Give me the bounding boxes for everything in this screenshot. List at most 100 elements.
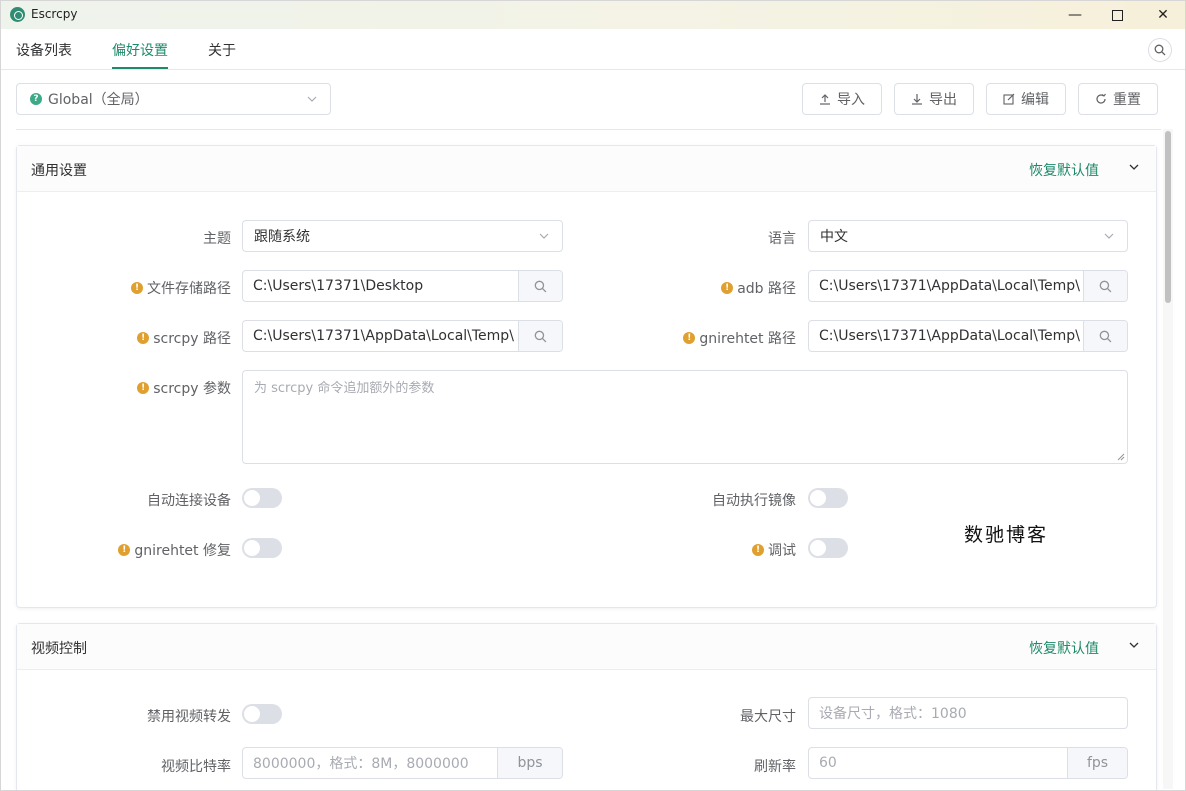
- adb-path-input[interactable]: C:\Users\17371\AppData\Local\Temp\: [808, 270, 1128, 302]
- restore-defaults-link[interactable]: 恢复默认值: [1029, 638, 1099, 658]
- scrollbar-thumb[interactable]: [1165, 131, 1171, 303]
- fps-unit: fps: [1067, 748, 1127, 778]
- card-title: 通用设置: [31, 163, 87, 179]
- fps-input[interactable]: 60 fps: [808, 747, 1128, 779]
- language-select-value: 中文: [820, 229, 848, 245]
- max-size-label-text: 最大尺寸: [740, 709, 796, 725]
- app-logo-icon: [10, 7, 25, 22]
- close-button[interactable]: ✕: [1143, 1, 1183, 29]
- theme-select-value: 跟随系统: [254, 229, 310, 245]
- edit-button-label: 编辑: [1021, 91, 1049, 107]
- info-icon[interactable]: !: [137, 332, 150, 344]
- help-icon: ?: [30, 93, 42, 105]
- save-path-input[interactable]: C:\Users\17371\Desktop: [242, 270, 563, 302]
- fps-label-text: 刷新率: [754, 759, 796, 775]
- tab-preferences[interactable]: 偏好设置: [112, 40, 168, 60]
- disable-video-label-text: 禁用视频转发: [147, 709, 231, 725]
- scrcpy-args-placeholder: 为 scrcpy 命令追加额外的参数: [254, 381, 435, 396]
- app-window: Escrcpy — ✕ 设备列表 偏好设置 关于 ? Global（全局） 导入…: [0, 0, 1186, 791]
- gnirehtet-path-label-text: gnirehtet 路径: [699, 331, 796, 347]
- upload-icon: [820, 94, 830, 105]
- scrcpy-args-label: ! scrcpy 参数: [1, 378, 231, 398]
- fps-placeholder[interactable]: 60: [809, 755, 1067, 771]
- language-select[interactable]: 中文: [808, 220, 1128, 252]
- gnirehtet-path-value[interactable]: C:\Users\17371\AppData\Local\Temp\: [809, 328, 1083, 344]
- edit-button[interactable]: 编辑: [986, 83, 1066, 115]
- fps-label: 刷新率: [566, 756, 796, 776]
- scrcpy-args-label-text: scrcpy 参数: [153, 381, 231, 397]
- debug-switch[interactable]: [808, 538, 848, 558]
- scrcpy-path-label: ! scrcpy 路径: [1, 328, 231, 348]
- save-path-label: ! 文件存储路径: [1, 278, 231, 298]
- active-tab-indicator: [112, 67, 168, 69]
- info-icon[interactable]: !: [137, 382, 150, 394]
- browse-button[interactable]: [1083, 321, 1127, 351]
- auto-connect-switch[interactable]: [242, 488, 282, 508]
- gnirehtet-fix-label: ! gnirehtet 修复: [1, 540, 231, 560]
- auto-mirror-switch[interactable]: [808, 488, 848, 508]
- debug-label-text: 调试: [768, 543, 796, 559]
- language-label: 语言: [566, 228, 796, 248]
- search-icon: [1099, 280, 1112, 292]
- chevron-down-icon: [539, 233, 549, 239]
- card-title: 视频控制: [31, 641, 87, 657]
- auto-connect-label-text: 自动连接设备: [147, 493, 231, 509]
- reset-button[interactable]: 重置: [1078, 83, 1158, 115]
- search-button[interactable]: [1148, 38, 1172, 62]
- info-icon[interactable]: !: [118, 544, 131, 556]
- import-button[interactable]: 导入: [802, 83, 882, 115]
- save-path-value[interactable]: C:\Users\17371\Desktop: [243, 278, 518, 294]
- scope-select[interactable]: ? Global（全局）: [16, 83, 331, 115]
- browse-button[interactable]: [518, 321, 562, 351]
- export-button-label: 导出: [929, 91, 957, 107]
- chevron-down-icon: [1104, 233, 1114, 239]
- scrcpy-path-value[interactable]: C:\Users\17371\AppData\Local\Temp\: [243, 328, 518, 344]
- search-icon: [1154, 44, 1166, 56]
- chevron-down-icon: [307, 96, 317, 102]
- scrcpy-args-textarea[interactable]: 为 scrcpy 命令追加额外的参数: [242, 370, 1128, 464]
- gnirehtet-fix-label-text: gnirehtet 修复: [134, 543, 231, 559]
- main-tabs: 设备列表 偏好设置 关于: [1, 29, 1185, 70]
- disable-video-label: 禁用视频转发: [1, 706, 231, 726]
- max-size-input[interactable]: 设备尺寸，格式：1080: [808, 697, 1128, 729]
- info-icon[interactable]: !: [131, 282, 143, 294]
- gnirehtet-fix-switch[interactable]: [242, 538, 282, 558]
- general-settings-header[interactable]: 通用设置 恢复默认值: [17, 146, 1156, 192]
- info-icon[interactable]: !: [721, 282, 734, 294]
- refresh-icon: [1096, 93, 1106, 104]
- adb-path-label: ! adb 路径: [566, 278, 796, 298]
- info-icon[interactable]: !: [752, 544, 764, 556]
- chevron-down-icon[interactable]: [1128, 161, 1140, 173]
- scrcpy-path-input[interactable]: C:\Users\17371\AppData\Local\Temp\: [242, 320, 563, 352]
- resize-grip-icon[interactable]: [1117, 453, 1125, 461]
- browse-button[interactable]: [518, 271, 562, 301]
- maximize-button[interactable]: [1097, 1, 1137, 29]
- scope-select-value: Global（全局）: [48, 92, 149, 108]
- chevron-down-icon[interactable]: [1128, 639, 1140, 651]
- export-button[interactable]: 导出: [894, 83, 974, 115]
- maximize-icon: [1111, 9, 1123, 21]
- scrcpy-path-label-text: scrcpy 路径: [153, 331, 231, 347]
- bitrate-unit: bps: [497, 748, 562, 778]
- save-path-label-text: 文件存储路径: [147, 281, 231, 297]
- max-size-label: 最大尺寸: [566, 706, 796, 726]
- bitrate-input[interactable]: 8000000，格式：8M，8000000 bps: [242, 747, 563, 779]
- adb-path-value[interactable]: C:\Users\17371\AppData\Local\Temp\: [809, 278, 1083, 294]
- theme-select[interactable]: 跟随系统: [242, 220, 563, 252]
- reset-button-label: 重置: [1113, 91, 1141, 107]
- info-icon[interactable]: !: [683, 332, 696, 344]
- gnirehtet-path-input[interactable]: C:\Users\17371\AppData\Local\Temp\: [808, 320, 1128, 352]
- tab-device-list[interactable]: 设备列表: [16, 40, 72, 60]
- debug-label: ! 调试: [566, 540, 796, 560]
- bitrate-placeholder[interactable]: 8000000，格式：8M，8000000: [243, 753, 497, 773]
- search-icon: [1099, 330, 1112, 342]
- tab-about[interactable]: 关于: [208, 40, 236, 60]
- restore-defaults-link[interactable]: 恢复默认值: [1029, 160, 1099, 180]
- max-size-placeholder[interactable]: 设备尺寸，格式：1080: [809, 703, 1127, 723]
- minimize-button[interactable]: —: [1055, 1, 1095, 29]
- bitrate-label-text: 视频比特率: [161, 759, 231, 775]
- browse-button[interactable]: [1083, 271, 1127, 301]
- disable-video-switch[interactable]: [242, 704, 282, 724]
- auto-mirror-label-text: 自动执行镜像: [712, 493, 796, 509]
- video-control-header[interactable]: 视频控制 恢复默认值: [17, 624, 1156, 670]
